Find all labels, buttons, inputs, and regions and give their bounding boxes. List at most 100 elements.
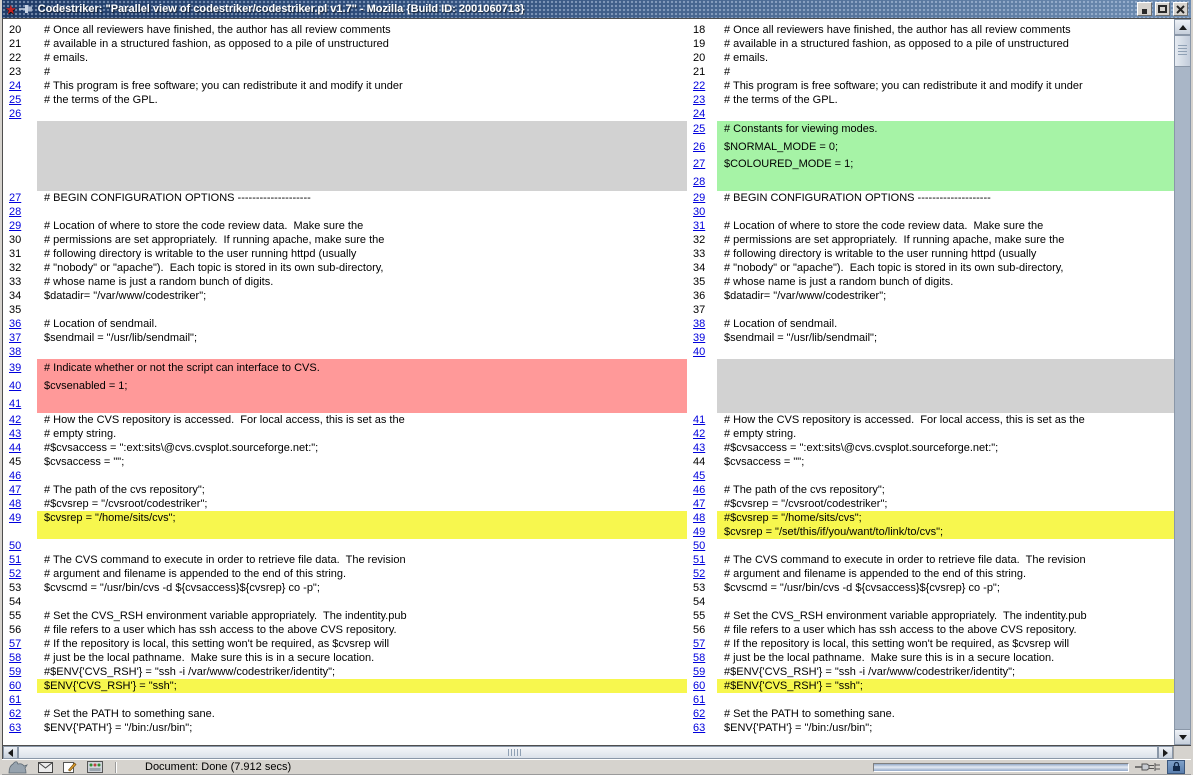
- vertical-scrollbar[interactable]: [1174, 19, 1191, 745]
- line-number-link[interactable]: 58: [3, 651, 37, 665]
- line-number-link[interactable]: 49: [687, 525, 717, 539]
- line-number-link[interactable]: 24: [3, 79, 37, 93]
- addressbook-icon[interactable]: [87, 761, 103, 773]
- line-number-link[interactable]: 26: [687, 139, 717, 157]
- line-number: 32: [3, 261, 37, 275]
- line-number-link[interactable]: 58: [687, 651, 717, 665]
- code-text: # argument and filename is appended to t…: [37, 567, 687, 581]
- line-number-link[interactable]: 28: [3, 205, 37, 219]
- line-number-link[interactable]: 47: [3, 483, 37, 497]
- code-text: [717, 469, 1174, 483]
- horizontal-scrollbar-thumb[interactable]: [18, 746, 1158, 759]
- line-number-link[interactable]: 38: [3, 345, 37, 359]
- line-number-link[interactable]: 63: [3, 721, 37, 735]
- line-number-link[interactable]: 52: [3, 567, 37, 581]
- scrollbar-grip[interactable]: [508, 749, 521, 756]
- horizontal-scrollbar[interactable]: [2, 745, 1191, 759]
- code-text: # Indicate whether or not the script can…: [37, 359, 687, 377]
- line-number-link[interactable]: 28: [687, 174, 717, 192]
- code-text: # empty string.: [717, 427, 1174, 441]
- code-text: #$ENV{'CVS_RSH'} = "ssh -i /var/www/code…: [37, 665, 687, 679]
- scroll-down-button[interactable]: [1174, 729, 1191, 745]
- close-button[interactable]: [1173, 2, 1188, 16]
- line-number-link[interactable]: 24: [687, 107, 717, 121]
- line-number-link[interactable]: 60: [687, 679, 717, 693]
- line-number-link[interactable]: 50: [3, 539, 37, 553]
- line-number-link[interactable]: 61: [687, 693, 717, 707]
- scroll-up-button[interactable]: [1174, 19, 1191, 35]
- vertical-scrollbar-thumb[interactable]: [1174, 35, 1191, 67]
- security-lock-icon[interactable]: [1167, 760, 1185, 774]
- line-number-link[interactable]: 48: [687, 511, 717, 525]
- line-number-link[interactable]: 41: [3, 395, 37, 413]
- code-row: 52# argument and filename is appended to…: [687, 567, 1174, 581]
- line-number-link[interactable]: 62: [687, 707, 717, 721]
- line-number-link[interactable]: 25: [3, 93, 37, 107]
- line-number-link[interactable]: 23: [687, 93, 717, 107]
- code-row: 24: [687, 107, 1174, 121]
- line-number-link[interactable]: 37: [3, 331, 37, 345]
- line-number-link[interactable]: 42: [687, 427, 717, 441]
- line-number-link[interactable]: 51: [687, 553, 717, 567]
- line-number-link[interactable]: 59: [3, 665, 37, 679]
- line-number-link[interactable]: 46: [687, 483, 717, 497]
- line-number-link[interactable]: 49: [3, 511, 37, 525]
- line-number-link[interactable]: 30: [687, 205, 717, 219]
- line-number-link[interactable]: 59: [687, 665, 717, 679]
- line-number-link[interactable]: 61: [3, 693, 37, 707]
- line-number-link[interactable]: 63: [687, 721, 717, 735]
- line-number-link[interactable]: 41: [687, 413, 717, 427]
- minimize-button[interactable]: [1137, 2, 1152, 16]
- code-row: 53$cvscmd = "/usr/bin/cvs -d ${cvsaccess…: [3, 581, 687, 595]
- line-number-link[interactable]: 27: [3, 191, 37, 205]
- line-number-link[interactable]: 46: [3, 469, 37, 483]
- code-row: 52# argument and filename is appended to…: [3, 567, 687, 581]
- maximize-button[interactable]: [1155, 2, 1170, 16]
- scroll-right-button[interactable]: [1158, 746, 1173, 759]
- filler-row: [687, 359, 1174, 413]
- line-number-link[interactable]: 38: [687, 317, 717, 331]
- line-number-link[interactable]: 39: [3, 359, 37, 377]
- line-number-link[interactable]: 48: [3, 497, 37, 511]
- line-number-link[interactable]: 45: [687, 469, 717, 483]
- line-number-link[interactable]: 26: [3, 107, 37, 121]
- line-number: 35: [687, 275, 717, 289]
- code-row: 26$NORMAL_MODE = 0;: [687, 139, 1174, 157]
- code-text: # the terms of the GPL.: [717, 93, 1174, 107]
- line-number-link[interactable]: 62: [3, 707, 37, 721]
- line-number-link[interactable]: 36: [3, 317, 37, 331]
- line-number-link[interactable]: 40: [687, 345, 717, 359]
- line-number: 34: [3, 289, 37, 303]
- line-number-link[interactable]: 50: [687, 539, 717, 553]
- compose-icon[interactable]: [63, 761, 77, 773]
- line-number-link[interactable]: 40: [3, 377, 37, 395]
- line-number-link[interactable]: 22: [687, 79, 717, 93]
- code-text: [37, 205, 687, 219]
- code-text: [37, 469, 687, 483]
- line-number-link[interactable]: 27: [687, 156, 717, 174]
- scroll-left-button[interactable]: [3, 746, 18, 759]
- window-pin-icon[interactable]: [19, 4, 34, 14]
- line-number-link[interactable]: 57: [687, 637, 717, 651]
- line-number-link[interactable]: 29: [3, 219, 37, 233]
- mail-icon[interactable]: [38, 762, 53, 773]
- title-bar[interactable]: ★ Codestriker: "Parallel view of codestr…: [2, 0, 1191, 18]
- line-number-link[interactable]: 47: [687, 497, 717, 511]
- line-number-link[interactable]: 60: [3, 679, 37, 693]
- line-number-link[interactable]: 31: [687, 219, 717, 233]
- line-number-link[interactable]: 51: [3, 553, 37, 567]
- code-row: 37: [687, 303, 1174, 317]
- line-number: 19: [687, 37, 717, 51]
- line-number-link[interactable]: 43: [3, 427, 37, 441]
- code-row: 57# If the repository is local, this set…: [3, 637, 687, 651]
- line-number-link[interactable]: 43: [687, 441, 717, 455]
- vertical-scrollbar-track[interactable]: [1174, 67, 1191, 729]
- line-number-link[interactable]: 39: [687, 331, 717, 345]
- line-number-link[interactable]: 42: [3, 413, 37, 427]
- line-number-link[interactable]: 44: [3, 441, 37, 455]
- line-number-link[interactable]: 57: [3, 637, 37, 651]
- mozilla-icon[interactable]: [8, 760, 28, 774]
- line-number-link[interactable]: 25: [687, 121, 717, 139]
- line-number-link[interactable]: 52: [687, 567, 717, 581]
- line-number-link[interactable]: 29: [687, 191, 717, 205]
